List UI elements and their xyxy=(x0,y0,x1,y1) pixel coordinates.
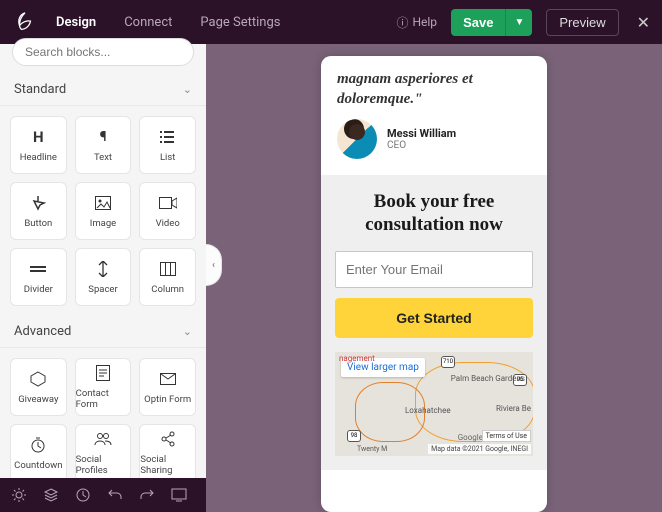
canvas-area: magnam asperiores et doloremque." Messi … xyxy=(206,44,662,512)
block-countdown[interactable]: Countdown xyxy=(10,424,67,478)
headline-icon: H xyxy=(29,128,47,146)
device-icon[interactable] xyxy=(170,486,188,504)
mobile-preview: magnam asperiores et doloremque." Messi … xyxy=(321,56,547,512)
block-label: Contact Form xyxy=(76,388,131,410)
block-label: List xyxy=(160,152,175,163)
block-button[interactable]: Button xyxy=(10,182,67,240)
block-label: Image xyxy=(90,218,116,229)
contact-form-icon xyxy=(94,364,112,382)
close-icon[interactable]: ✕ xyxy=(637,13,650,32)
main-tabs: Design Connect Page Settings xyxy=(56,15,280,30)
video-icon xyxy=(159,194,177,212)
block-headline[interactable]: H Headline xyxy=(10,116,67,174)
map-label: Palm Beach Gardens xyxy=(451,374,525,383)
tab-design[interactable]: Design xyxy=(56,15,96,30)
help-label: Help xyxy=(412,15,437,29)
social-sharing-icon xyxy=(159,430,177,448)
avatar xyxy=(337,119,377,159)
map-caption: Twenty M xyxy=(357,445,387,453)
block-label: Video xyxy=(156,218,180,229)
block-label: Optin Form xyxy=(144,394,191,405)
block-giveaway[interactable]: Giveaway xyxy=(10,358,67,416)
block-label: Button xyxy=(24,218,52,229)
map-label: nagement xyxy=(339,354,375,363)
tab-page-settings[interactable]: Page Settings xyxy=(200,15,280,30)
map-label: Riviera Be xyxy=(496,404,531,413)
block-social-sharing[interactable]: Social Sharing xyxy=(139,424,196,478)
social-profiles-icon xyxy=(94,430,112,448)
block-list[interactable]: List xyxy=(139,116,196,174)
testimonial-quote: magnam asperiores et doloremque." xyxy=(321,70,547,119)
block-contact-form[interactable]: Contact Form xyxy=(75,358,132,416)
route-shield: 710 xyxy=(441,356,455,368)
block-label: Social Sharing xyxy=(140,454,195,476)
help-icon: ⓘ xyxy=(396,14,408,31)
text-icon: ¶ xyxy=(94,128,112,146)
block-optin-form[interactable]: Optin Form xyxy=(139,358,196,416)
button-icon xyxy=(29,194,47,212)
block-spacer[interactable]: Spacer xyxy=(75,248,132,306)
block-label: Spacer xyxy=(88,284,117,295)
giveaway-icon xyxy=(29,370,47,388)
gear-icon[interactable] xyxy=(10,486,28,504)
advanced-blocks-grid: Giveaway Contact Form Optin Form Countdo… xyxy=(0,348,206,478)
column-icon xyxy=(159,260,177,278)
map-attribution: Map data ©2021 Google, INEGI xyxy=(428,444,531,454)
author-name: Messi William xyxy=(387,127,456,140)
map-terms-link[interactable]: Terms of Use xyxy=(482,430,531,442)
map-label: Loxahatchee xyxy=(405,406,451,415)
divider-icon xyxy=(29,260,47,278)
block-divider[interactable]: Divider xyxy=(10,248,67,306)
block-label: Giveaway xyxy=(18,394,58,405)
block-label: Divider xyxy=(24,284,53,295)
blocks-sidebar: Standard ⌄ H Headline ¶ Text List Button I… xyxy=(0,44,206,512)
block-text[interactable]: ¶ Text xyxy=(75,116,132,174)
chevron-down-icon: ⌄ xyxy=(183,325,192,338)
block-label: Headline xyxy=(20,152,57,163)
get-started-button[interactable]: Get Started xyxy=(335,298,533,338)
image-icon xyxy=(94,194,112,212)
undo-icon[interactable] xyxy=(106,486,124,504)
tab-connect[interactable]: Connect xyxy=(124,15,172,30)
sidebar-bottom-bar xyxy=(0,478,206,512)
help-link[interactable]: ⓘ Help xyxy=(396,14,437,31)
section-header-advanced[interactable]: Advanced ⌄ xyxy=(0,316,206,348)
save-group: Save ▼ xyxy=(451,9,532,36)
map-widget[interactable]: 710 95 98 View larger map nagement Palm … xyxy=(335,352,533,456)
block-column[interactable]: Column xyxy=(139,248,196,306)
section-header-standard[interactable]: Standard ⌄ xyxy=(0,74,206,106)
standard-blocks-grid: HHeadline ¶Text List Button Image Video … xyxy=(0,106,206,316)
block-label: Social Profiles xyxy=(76,454,131,476)
cta-heading: Book your free consultation now xyxy=(335,191,533,251)
block-label: Column xyxy=(151,284,184,295)
cta-section: Book your free consultation now Get Star… xyxy=(321,175,547,470)
save-button[interactable]: Save xyxy=(451,9,505,36)
map-logo: Google xyxy=(458,433,483,442)
block-video[interactable]: Video xyxy=(139,182,196,240)
history-icon[interactable] xyxy=(74,486,92,504)
layers-icon[interactable] xyxy=(42,486,60,504)
countdown-icon xyxy=(29,436,47,454)
preview-button[interactable]: Preview xyxy=(546,9,618,36)
optin-form-icon xyxy=(159,370,177,388)
redo-icon[interactable] xyxy=(138,486,156,504)
testimonial-author: Messi William CEO xyxy=(321,119,547,175)
section-title-standard: Standard xyxy=(14,82,66,97)
list-icon xyxy=(159,128,177,146)
app-logo xyxy=(12,9,38,35)
save-dropdown-button[interactable]: ▼ xyxy=(505,9,532,36)
author-role: CEO xyxy=(387,140,456,151)
email-field[interactable] xyxy=(335,251,533,288)
block-label: Countdown xyxy=(14,460,62,471)
block-label: Text xyxy=(94,152,112,163)
search-input[interactable] xyxy=(12,38,194,66)
block-image[interactable]: Image xyxy=(75,182,132,240)
route-shield: 98 xyxy=(347,430,361,442)
block-social-profiles[interactable]: Social Profiles xyxy=(75,424,132,478)
section-title-advanced: Advanced xyxy=(14,324,71,339)
chevron-down-icon: ⌄ xyxy=(183,83,192,96)
spacer-icon xyxy=(94,260,112,278)
